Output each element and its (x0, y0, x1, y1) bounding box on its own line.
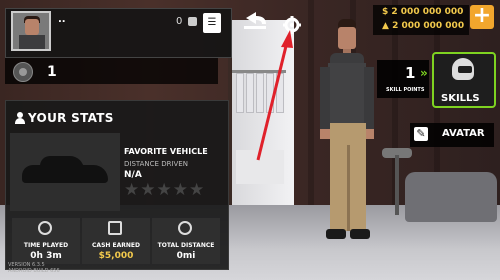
money-value: $ 2 000 000 000 (382, 7, 464, 17)
pencil-icon: ✎ (414, 127, 428, 141)
helmet-icon (452, 58, 474, 80)
avatar-button-label: AVATAR (442, 128, 485, 139)
add-currency-button[interactable]: + (470, 5, 494, 29)
skill-points-value: 1 (405, 64, 416, 82)
chevron-right-icon: » (420, 66, 428, 80)
gold-value: ▲ 2 000 000 000 (382, 21, 465, 31)
skills-button-label: SKILLS (441, 93, 480, 104)
skill-points-label: SKILL POINTS (386, 87, 425, 93)
gold-amount: 2 000 000 000 (392, 21, 465, 31)
